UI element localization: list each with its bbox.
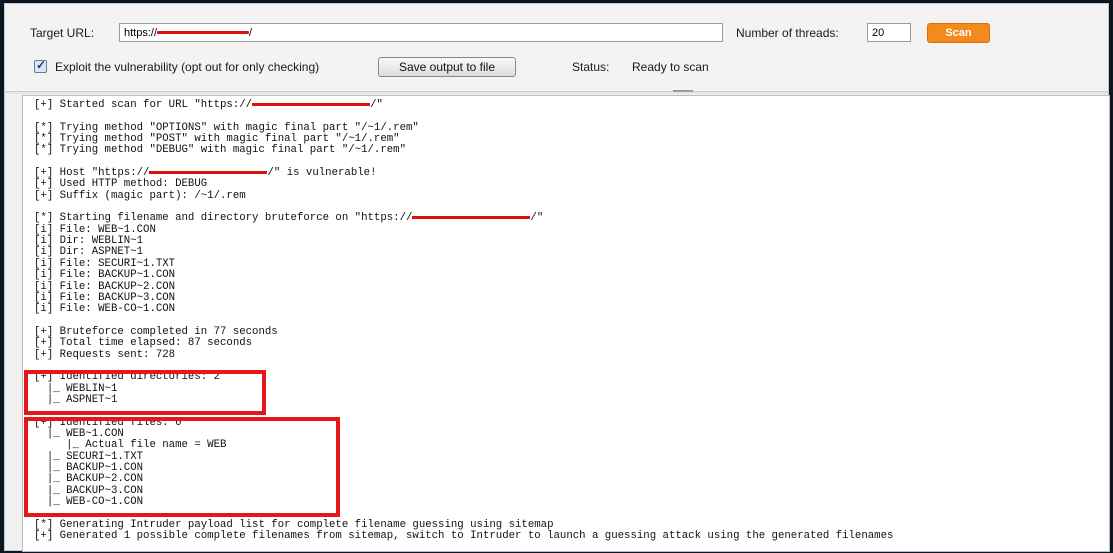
output-line-text: |_ WEBLIN~1 bbox=[34, 382, 118, 395]
output-line-suffix: /" is vulnerable! bbox=[267, 167, 377, 180]
output-line-text: [+] Requests sent: 728 bbox=[34, 348, 176, 361]
output-line-text: [+] Bruteforce completed in 77 seconds bbox=[34, 325, 278, 338]
output-line-text: [+] Host "https:// bbox=[34, 167, 150, 180]
output-line: |_ ASPNET~1 bbox=[34, 393, 893, 406]
output-line: [+] Identified files: 6 bbox=[34, 416, 893, 429]
output-line-text: |_ SECURI~1.TXT bbox=[34, 450, 144, 463]
target-url-suffix: / bbox=[249, 26, 253, 39]
output-line-text: [+] Generated 1 possible complete filena… bbox=[34, 530, 894, 543]
output-line-text: |_ BACKUP~3.CON bbox=[34, 484, 144, 497]
output-line-text: [i] File: BACKUP~3.CON bbox=[34, 291, 176, 304]
output-line-text: |_ Actual file name = WEB bbox=[34, 439, 227, 452]
output-line-text: [+] Suffix (magic part): /~1/.rem bbox=[34, 189, 246, 202]
output-line-text: [i] File: BACKUP~2.CON bbox=[34, 280, 176, 293]
output-line: |_ Actual file name = WEB bbox=[34, 440, 893, 451]
output-line-text: [i] File: WEB~1.CON bbox=[34, 223, 156, 236]
output-line: [+] Generated 1 possible complete filena… bbox=[34, 530, 894, 543]
toolbar: Target URL: https:// / Number of threads:… bbox=[5, 4, 1108, 93]
output-line: [i] Dir: WEBLIN~1 bbox=[34, 235, 893, 248]
output-line: |_ SECURI~1.TXT bbox=[34, 450, 893, 463]
save-output-button[interactable]: Save output to file bbox=[378, 57, 516, 77]
target-url-prefix: https:// bbox=[124, 26, 158, 39]
output-line-suffix: /" bbox=[530, 212, 544, 225]
output-line: [*] Starting filename and directory brut… bbox=[34, 213, 893, 224]
output-line-suffix: /" bbox=[370, 99, 383, 111]
exploit-label: Exploit the vulnerability (opt out for o… bbox=[55, 60, 320, 74]
output-panel[interactable]: [+] Started scan for URL "https:// /" [*] … bbox=[22, 95, 1110, 552]
output-line: |_ WEB-CO~1.CON bbox=[34, 496, 893, 509]
output-line-text: [i] Dir: WEBLIN~1 bbox=[34, 235, 144, 248]
threads-value: 20 bbox=[872, 26, 885, 39]
output-line: [i] File: WEB~1.CON bbox=[34, 223, 893, 236]
output-line-text: |_ WEB-CO~1.CON bbox=[34, 496, 144, 509]
output-line-text: [+] Total time elapsed: 87 seconds bbox=[34, 337, 253, 350]
output-line-text: [+] Used HTTP method: DEBUG bbox=[34, 178, 208, 191]
splitter[interactable] bbox=[5, 91, 1108, 94]
output-line: [*] Trying method "DEBUG" with magic fin… bbox=[34, 145, 893, 156]
output-line-text: [*] Trying method "DEBUG" with magic fin… bbox=[34, 144, 406, 157]
output-line-text: |_ BACKUP~2.CON bbox=[34, 473, 144, 486]
output-line: [+] Suffix (magic part): /~1/.rem bbox=[34, 189, 893, 202]
output-line-text: [*] Starting filename and directory brut… bbox=[34, 212, 413, 225]
threads-label: Number of threads: bbox=[736, 26, 839, 40]
status-value: Ready to scan bbox=[632, 60, 709, 74]
output-line: |_ BACKUP~3.CON bbox=[34, 484, 893, 497]
redacted-host bbox=[157, 31, 250, 34]
output-line-text: |_ BACKUP~1.CON bbox=[34, 462, 144, 474]
output-line-text: [+] Started scan for URL "https:// bbox=[34, 99, 253, 111]
output-line: |_ WEBLIN~1 bbox=[34, 382, 893, 395]
scanner-window: Target URL: https:// / Number of threads:… bbox=[4, 3, 1110, 552]
output-line-text: [+] Identified files: 6 bbox=[34, 416, 182, 429]
output-line-text: |_ WEB~1.CON bbox=[34, 427, 124, 440]
status-label: Status: bbox=[572, 60, 610, 74]
output-line: |_ BACKUP~1.CON bbox=[34, 462, 893, 474]
output-line-text: [i] File: BACKUP~1.CON bbox=[34, 269, 176, 282]
redacted-host bbox=[149, 170, 268, 174]
output-line: [+] Started scan for URL "https:// /" bbox=[34, 99, 893, 111]
output-line: |_ BACKUP~2.CON bbox=[34, 474, 893, 485]
output-line-text: [*] Trying method "POST" with magic fina… bbox=[34, 133, 400, 146]
output-line-text: [i] File: WEB-CO~1.CON bbox=[34, 303, 176, 316]
output-line: [i] File: WEB-CO~1.CON bbox=[34, 304, 893, 315]
output-lines: [+] Started scan for URL "https:// /" [*] … bbox=[34, 99, 894, 543]
output-line: [+] Requests sent: 728 bbox=[34, 348, 893, 361]
splitter-grip-icon[interactable] bbox=[673, 90, 693, 92]
output-line-text: [i] Dir: ASPNET~1 bbox=[34, 246, 144, 259]
output-line: [+] Identified directories: 2 bbox=[34, 372, 893, 383]
exploit-checkbox[interactable]: ✓ bbox=[34, 58, 47, 73]
redacted-host bbox=[412, 216, 531, 220]
output-line-text: [i] File: SECURI~1.TXT bbox=[34, 257, 176, 270]
output-line-text: [*] Generating Intruder payload list for… bbox=[34, 518, 554, 531]
redacted-host bbox=[252, 102, 371, 106]
output-line-text: [*] Trying method "OPTIONS" with magic f… bbox=[34, 121, 419, 134]
threads-input[interactable]: 20 bbox=[867, 23, 911, 42]
target-url-input[interactable]: https:// / bbox=[119, 23, 723, 42]
checkmark-icon: ✓ bbox=[36, 58, 47, 72]
scan-button[interactable]: Scan bbox=[927, 23, 990, 43]
target-url-label: Target URL: bbox=[30, 26, 95, 40]
output-line-text: [+] Identified directories: 2 bbox=[34, 371, 220, 384]
output-line-text: |_ ASPNET~1 bbox=[34, 393, 118, 406]
